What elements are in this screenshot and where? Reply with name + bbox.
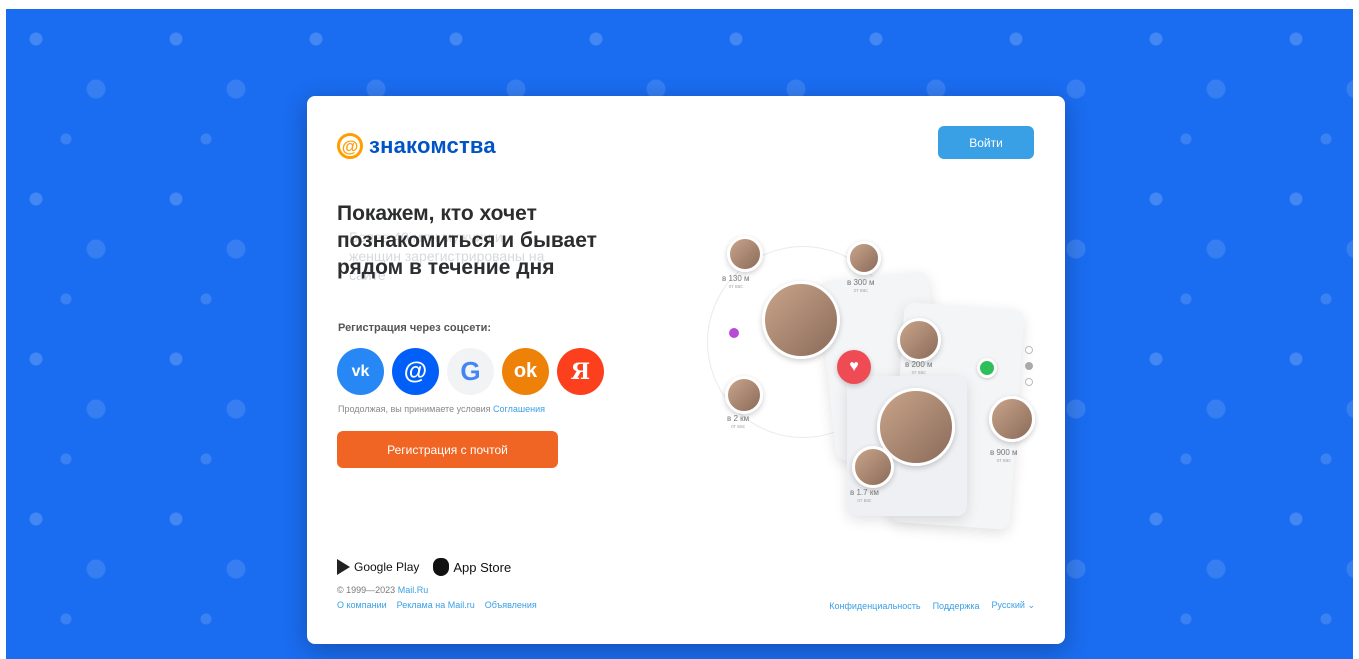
distance-label: в 300 м от вас xyxy=(847,278,875,294)
social-buttons: vk @ G ok Я xyxy=(337,348,604,395)
language-label: Русский xyxy=(991,600,1025,610)
yandex-button[interactable]: Я xyxy=(557,348,604,395)
avatar-main xyxy=(762,281,840,359)
carousel-dot[interactable] xyxy=(1025,362,1033,370)
google-play-icon xyxy=(337,559,350,575)
distance-label: в 200 м от вас xyxy=(905,360,933,376)
mailru-link[interactable]: Mail.Ru xyxy=(398,585,429,595)
yandex-icon: Я xyxy=(570,358,591,385)
avatar-2 xyxy=(847,241,881,275)
mailru-button[interactable]: @ xyxy=(392,348,439,395)
illustration: в 130 м от вас в 300 м от вас в 200 м от ва… xyxy=(707,226,1037,546)
footer-link-about[interactable]: О компании xyxy=(337,600,387,610)
logo-text: знакомства xyxy=(369,133,496,158)
distance-label: в 130 м от вас xyxy=(722,274,750,290)
carousel-dot[interactable] xyxy=(1025,378,1033,386)
google-icon: G xyxy=(460,356,481,386)
app-stores: Google Play App Store xyxy=(337,558,511,576)
avatar-3 xyxy=(897,318,941,362)
google-play-label: Google Play xyxy=(354,560,420,574)
status-dot-icon xyxy=(727,326,741,340)
logo-at-icon: @ xyxy=(337,133,363,159)
google-button[interactable]: G xyxy=(447,348,494,395)
carousel-dot[interactable] xyxy=(1025,346,1033,354)
app-store-label: App Store xyxy=(453,559,512,575)
distance-label: в 900 м от вас xyxy=(990,448,1018,464)
heart-icon: ♥ xyxy=(837,350,871,384)
language-select[interactable]: Русский ⌄ xyxy=(992,600,1035,611)
footer-link-ads[interactable]: Реклама на Mail.ru xyxy=(397,600,475,610)
agreement-prefix: Продолжая, вы принимаете условия xyxy=(338,404,491,414)
chevron-down-icon: ⌄ xyxy=(1027,600,1035,610)
footer-links-right: Конфиденциальность Поддержка Русский ⌄ xyxy=(829,600,1035,611)
logo[interactable]: @ знакомства xyxy=(337,133,496,159)
footer-link-support[interactable]: Поддержка xyxy=(933,601,980,611)
vk-icon: vk xyxy=(351,362,370,380)
odnoklassniki-button[interactable]: ok xyxy=(502,348,549,395)
footer-link-classifieds[interactable]: Объявления xyxy=(485,600,537,610)
google-play-link[interactable]: Google Play xyxy=(337,559,419,575)
mailru-icon: @ xyxy=(403,357,428,385)
vk-button[interactable]: vk xyxy=(337,348,384,395)
avatar-4 xyxy=(725,376,763,414)
online-indicator-icon xyxy=(977,358,997,378)
register-email-button[interactable]: Регистрация с почтой xyxy=(337,431,558,468)
agreement-text: Продолжая, вы принимаете условия Соглаше… xyxy=(338,404,545,414)
footer-links-left: О компании Реклама на Mail.ru Объявления xyxy=(337,600,537,610)
avatar-6 xyxy=(989,396,1035,442)
hero-headline: Покажем, кто хочет познакомиться и бывае… xyxy=(337,202,597,279)
odnoklassniki-icon: ok xyxy=(513,360,538,382)
copyright: © 1999—2023 Mail.Ru xyxy=(337,585,429,595)
footer-link-privacy[interactable]: Конфиденциальность xyxy=(829,601,920,611)
apple-icon xyxy=(433,558,450,576)
login-button[interactable]: Войти xyxy=(938,126,1034,159)
agreement-link[interactable]: Соглашения xyxy=(493,404,545,414)
login-card: @ знакомства Войти Более 40 млн мужчин и… xyxy=(307,96,1065,644)
app-store-link[interactable]: App Store xyxy=(433,558,511,576)
distance-label: в 1.7 км от вас xyxy=(850,488,879,504)
social-label: Регистрация через соцсети: xyxy=(338,322,492,334)
avatar-7 xyxy=(852,446,894,488)
distance-label: в 2 км от вас xyxy=(727,414,750,430)
avatar-1 xyxy=(727,236,763,272)
